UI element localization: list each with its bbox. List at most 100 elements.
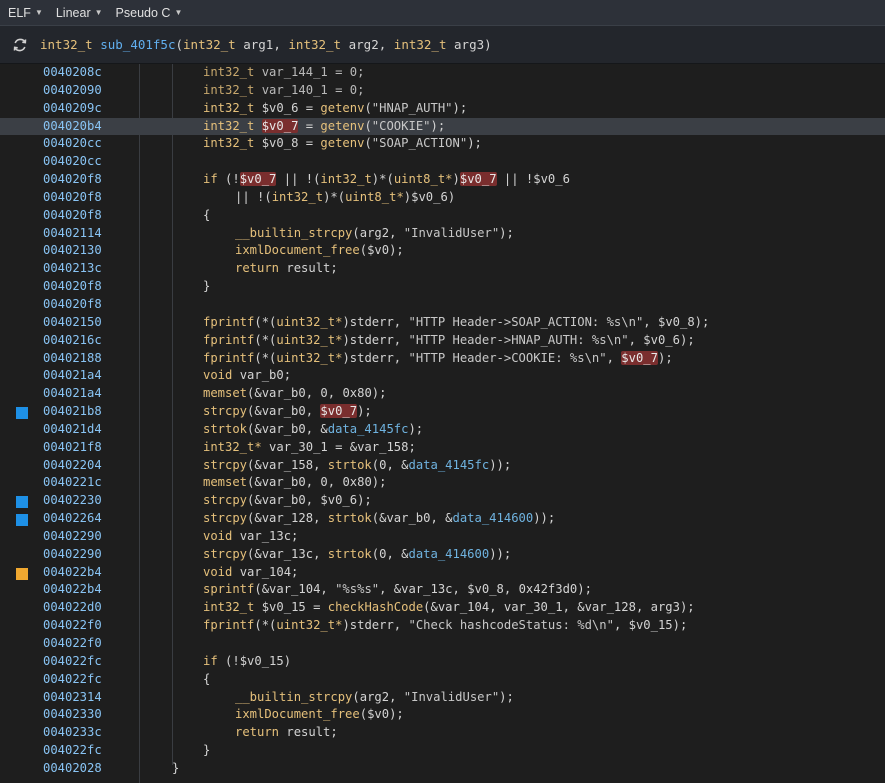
code-text[interactable]: strcpy(&var_158, strtok(0, &data_4145fc)… [203,457,511,475]
line-address[interactable]: 0040209c [43,100,102,118]
line-address[interactable]: 004022fc [43,742,102,760]
code-line[interactable]: 004020b4 int32_t $v0_7 = getenv("COOKIE")… [0,117,885,136]
code-text[interactable]: int32_t $v0_7 = getenv("COOKIE"); [203,118,445,136]
code-text[interactable]: int32_t $v0_15 = checkHashCode(&var_104,… [203,599,695,617]
code-text[interactable]: fprintf(*(uint32_t*)stderr, "HTTP Header… [203,332,695,350]
code-text[interactable]: strcpy(&var_128, strtok(&var_b0, &data_4… [203,510,555,528]
code-line[interactable]: 004022b4 void var_104; [0,564,885,582]
code-line[interactable]: 004020f8 || !(int32_t)*(uint8_t*)$v0_6) [0,189,885,207]
line-address[interactable]: 004021b8 [43,403,102,421]
menu-pseudo-c[interactable]: Pseudo C ▼ [108,6,188,20]
line-address[interactable]: 004022b4 [43,581,102,599]
code-line[interactable]: 00402330 ixmlDocument_free($v0); [0,706,885,724]
line-address[interactable]: 004020cc [43,153,102,171]
code-line[interactable]: 00402290 void var_13c; [0,528,885,546]
code-text[interactable]: void var_b0; [203,367,291,385]
code-line[interactable]: 0040216c fprintf(*(uint32_t*)stderr, "HTT… [0,332,885,350]
menu-linear[interactable]: Linear ▼ [48,6,108,20]
code-text[interactable]: ixmlDocument_free($v0); [235,706,404,724]
line-address[interactable]: 004020f8 [43,278,102,296]
code-text[interactable]: } [203,278,210,296]
tag-marker-orange[interactable] [16,567,28,580]
code-text[interactable]: int32_t $v0_6 = getenv("HNAP_AUTH"); [203,100,467,118]
code-text[interactable]: { [203,207,210,225]
line-address[interactable]: 004022b4 [43,564,102,582]
code-line[interactable]: 00402130 ixmlDocument_free($v0); [0,242,885,260]
line-address[interactable]: 0040216c [43,332,102,350]
code-text[interactable]: if (!$v0_7 || !(int32_t)*(uint8_t*)$v0_7… [203,171,570,189]
code-text[interactable]: return result; [235,260,338,278]
code-line[interactable]: 004022d0 int32_t $v0_15 = checkHashCode(&… [0,599,885,617]
code-text[interactable]: || !(int32_t)*(uint8_t*)$v0_6) [235,189,455,207]
code-line[interactable]: 004021b8 strcpy(&var_b0, $v0_7); [0,403,885,421]
code-line[interactable]: 0040221c memset(&var_b0, 0, 0x80); [0,474,885,492]
code-line[interactable]: 00402150 fprintf(*(uint32_t*)stderr, "HTT… [0,314,885,332]
param-name[interactable]: arg3 [454,37,484,52]
code-text[interactable]: sprintf(&var_104, "%s%s", &var_13c, $v0_… [203,581,592,599]
code-text[interactable]: strcpy(&var_b0, $v0_7); [203,403,372,421]
line-address[interactable]: 00402290 [43,546,102,564]
line-address[interactable]: 00402028 [43,760,102,778]
code-line[interactable]: 0040209c int32_t $v0_6 = getenv("HNAP_AUT… [0,100,885,118]
line-address[interactable]: 004020f8 [43,207,102,225]
code-line[interactable]: 00402264 strcpy(&var_128, strtok(&var_b0,… [0,510,885,528]
code-line[interactable]: 004022fc} [0,742,885,760]
code-line[interactable]: 004020f8 [0,296,885,314]
code-line[interactable]: 004021f8 int32_t* var_30_1 = &var_158; [0,439,885,457]
line-address[interactable]: 00402314 [43,689,102,707]
line-address[interactable]: 004022d0 [43,599,102,617]
code-text[interactable]: __builtin_strcpy(arg2, "InvalidUser"); [235,225,514,243]
code-line[interactable]: 004022f0 [0,635,885,653]
code-text[interactable]: int32_t* var_30_1 = &var_158; [203,439,416,457]
line-address[interactable]: 004020f8 [43,189,102,207]
line-address[interactable]: 0040213c [43,260,102,278]
code-text[interactable]: __builtin_strcpy(arg2, "InvalidUser"); [235,689,514,707]
tag-marker-blue[interactable] [16,496,28,509]
code-line[interactable]: 004021a4 memset(&var_b0, 0, 0x80); [0,385,885,403]
menu-elf[interactable]: ELF ▼ [0,6,48,20]
code-line[interactable]: 004022f0 fprintf(*(uint32_t*)stderr, "Che… [0,617,885,635]
line-address[interactable]: 00402230 [43,492,102,510]
code-text[interactable]: if (!$v0_15) [203,653,291,671]
param-name[interactable]: arg2 [349,37,379,52]
code-line[interactable]: 00402204 strcpy(&var_158, strtok(0, &data… [0,457,885,475]
code-text[interactable]: fprintf(*(uint32_t*)stderr, "HTTP Header… [203,314,709,332]
line-address[interactable]: 004020f8 [43,296,102,314]
code-line[interactable]: 004022fc { [0,671,885,689]
code-text[interactable]: fprintf(*(uint32_t*)stderr, "HTTP Header… [203,350,673,368]
line-address[interactable]: 004021d4 [43,421,102,439]
code-text[interactable]: void var_13c; [203,528,298,546]
code-text[interactable]: strcpy(&var_b0, $v0_6); [203,492,372,510]
code-text[interactable]: void var_104; [203,564,298,582]
tag-marker-blue[interactable] [16,407,28,420]
code-line[interactable]: 0040213c return result; [0,260,885,278]
line-address[interactable]: 00402114 [43,225,102,243]
code-line[interactable]: 00402188 fprintf(*(uint32_t*)stderr, "HTT… [0,350,885,368]
code-text[interactable]: } [203,742,210,760]
code-line[interactable]: 004020f8 if (!$v0_7 || !(int32_t)*(uint8_… [0,171,885,189]
line-address[interactable]: 00402090 [43,82,102,100]
code-text[interactable]: strcpy(&var_13c, strtok(0, &data_414600)… [203,546,511,564]
code-text[interactable]: int32_t $v0_8 = getenv("SOAP_ACTION"); [203,135,482,153]
code-line[interactable]: 00402230 strcpy(&var_b0, $v0_6); [0,492,885,510]
code-text[interactable]: memset(&var_b0, 0, 0x80); [203,385,386,403]
code-line[interactable]: 00402028} [0,760,885,778]
code-line[interactable]: 004022fc if (!$v0_15) [0,653,885,671]
code-line[interactable]: 0040233c return result; [0,724,885,742]
line-address[interactable]: 004020f8 [43,171,102,189]
line-address[interactable]: 00402130 [43,242,102,260]
line-address[interactable]: 004022fc [43,653,102,671]
line-address[interactable]: 00402188 [43,350,102,368]
code-line[interactable]: 004022b4 sprintf(&var_104, "%s%s", &var_1… [0,581,885,599]
function-name[interactable]: sub_401f5c [100,37,175,52]
code-text[interactable]: fprintf(*(uint32_t*)stderr, "Check hashc… [203,617,687,635]
code-line[interactable]: 004020cc int32_t $v0_8 = getenv("SOAP_ACT… [0,135,885,153]
line-address[interactable]: 004021a4 [43,367,102,385]
line-address[interactable]: 0040233c [43,724,102,742]
line-address[interactable]: 004022f0 [43,617,102,635]
line-address[interactable]: 004022f0 [43,635,102,653]
code-line[interactable]: 004021d4 strtok(&var_b0, &data_4145fc); [0,421,885,439]
param-name[interactable]: arg1 [243,37,273,52]
code-line[interactable]: 00402090 int32_t var_140_1 = 0; [0,82,885,100]
line-address[interactable]: 004020cc [43,135,102,153]
